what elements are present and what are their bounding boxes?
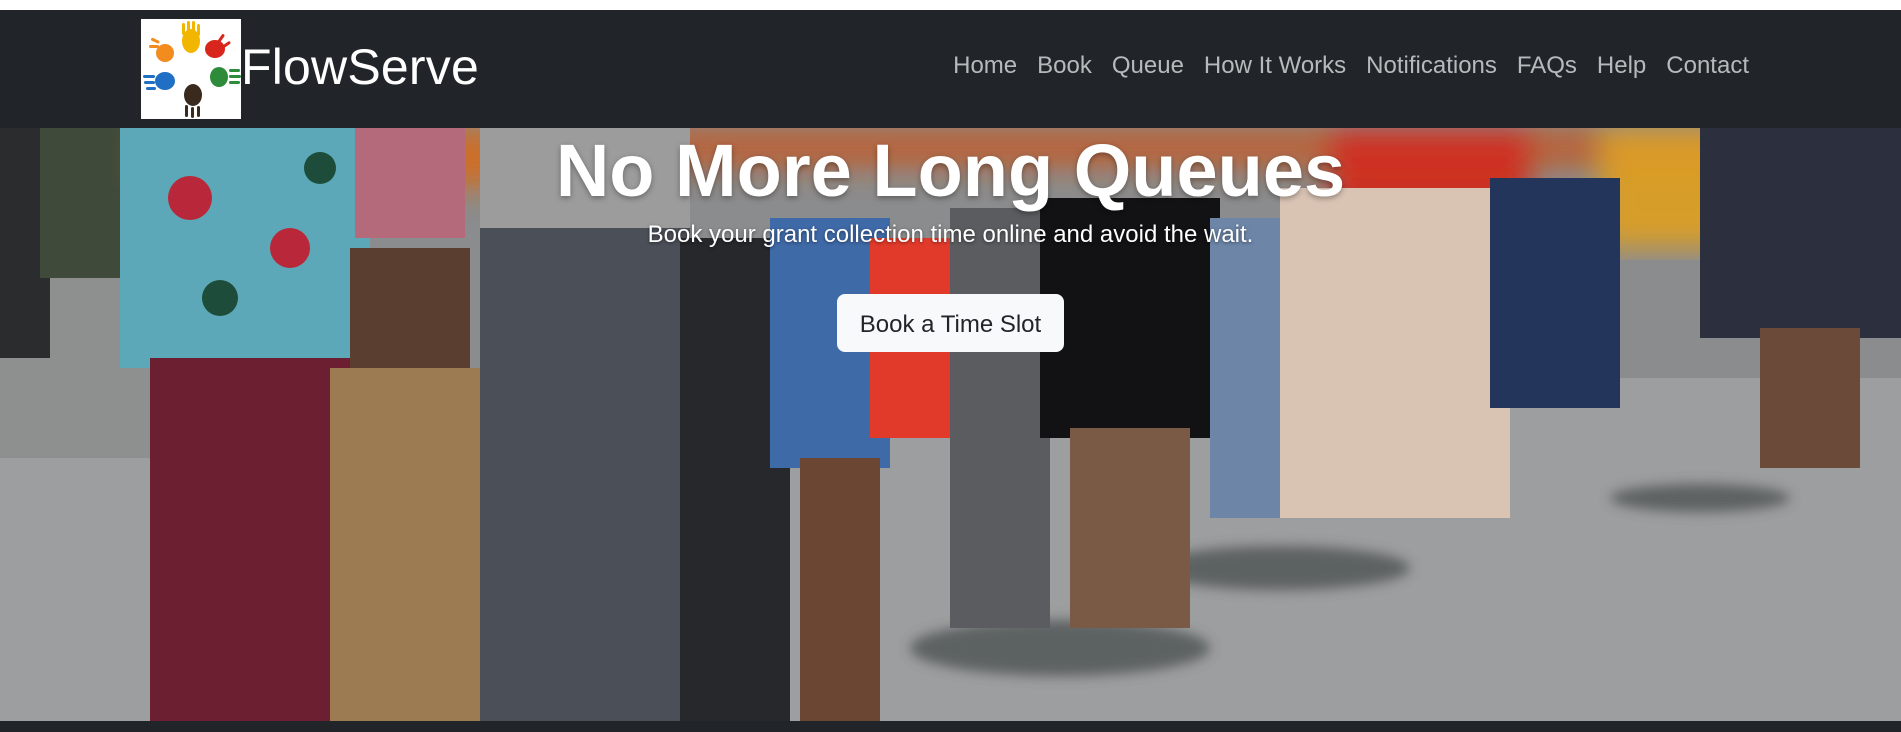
people-queue-photo [0, 128, 1901, 721]
nav-how-it-works[interactable]: How It Works [1204, 50, 1346, 82]
nav-notifications[interactable]: Notifications [1366, 50, 1497, 82]
hero-title: No More Long Queues [555, 129, 1346, 212]
nav-help[interactable]: Help [1597, 50, 1646, 82]
logo-icon[interactable] [141, 19, 241, 119]
book-time-slot-button[interactable]: Book a Time Slot [837, 294, 1064, 352]
colorful-hands-logo-icon [143, 21, 241, 118]
brand-name[interactable]: FlowServe [241, 34, 479, 100]
footer-strip [0, 721, 1901, 732]
hero-section: No More Long Queues Book your grant coll… [0, 128, 1901, 721]
nav-home[interactable]: Home [953, 50, 1017, 82]
nav-links: Home Book Queue How It Works Notificatio… [953, 50, 1749, 82]
navbar: FlowServe Home Book Queue How It Works N… [0, 10, 1901, 128]
nav-faqs[interactable]: FAQs [1517, 50, 1577, 82]
nav-queue[interactable]: Queue [1112, 50, 1184, 82]
nav-contact[interactable]: Contact [1666, 50, 1749, 82]
nav-book[interactable]: Book [1037, 50, 1092, 82]
hero-subtitle: Book your grant collection time online a… [647, 221, 1254, 248]
